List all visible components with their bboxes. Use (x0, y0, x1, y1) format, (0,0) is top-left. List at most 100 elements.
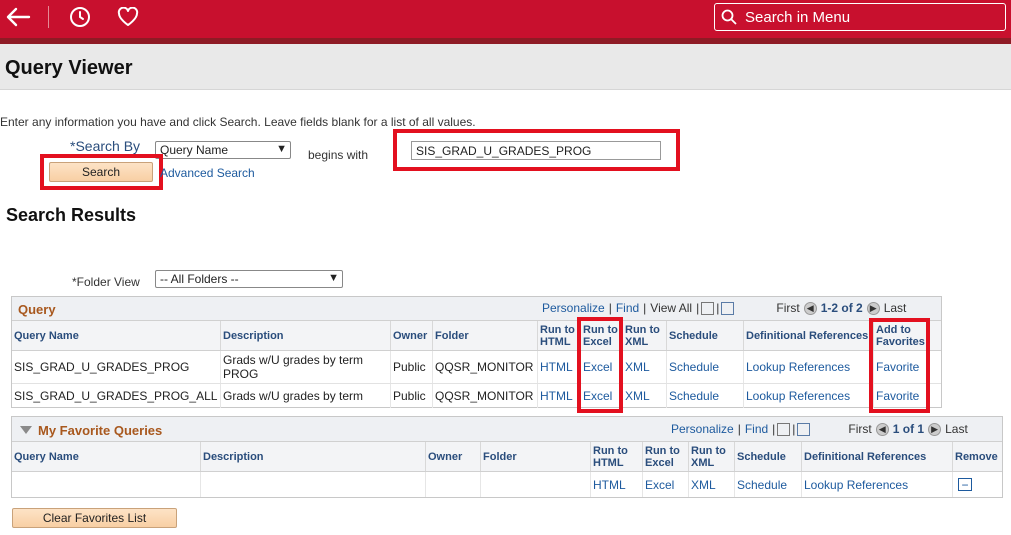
table-row: SIS_GRAD_U_GRADES_PROG Grads w/U grades … (12, 351, 941, 384)
row-owner (425, 472, 480, 497)
run-xml-link[interactable]: XML (688, 472, 734, 497)
row-description (200, 472, 425, 497)
row-owner: Public (390, 384, 432, 408)
first-page-label: First (848, 422, 872, 436)
view-all-link[interactable]: View All (650, 301, 692, 315)
run-excel-link[interactable]: Excel (642, 472, 688, 497)
run-html-link[interactable]: HTML (590, 472, 642, 497)
advanced-search-link[interactable]: Advanced Search (160, 166, 255, 180)
row-owner: Public (390, 351, 432, 383)
col-definitional-references: Definitional References (801, 442, 952, 471)
search-icon (721, 9, 737, 25)
first-page-label: First (776, 301, 800, 315)
remove-cell: − (952, 472, 1002, 497)
col-schedule: Schedule (666, 321, 743, 350)
next-page-icon[interactable]: ▶ (928, 422, 942, 436)
favorites-grid-nav: Personalize | Find | | First ◀ 1 of 1 ▶ La… (671, 422, 968, 436)
highlight-add-to-favorites (869, 318, 930, 413)
search-results-title: Search Results (6, 205, 137, 225)
download-spreadsheet-icon[interactable] (797, 422, 811, 436)
query-results-grid: Query Personalize | Find | View All | | Fir… (11, 296, 942, 408)
search-by-label: *Search By (70, 138, 141, 154)
col-query-name[interactable]: Query Name (12, 321, 220, 350)
row-description: Grads w/U grades by term PROG (220, 351, 390, 383)
col-description: Description (200, 442, 425, 471)
col-description[interactable]: Description (220, 321, 390, 350)
favorites-heart-icon[interactable] (114, 5, 142, 29)
find-link[interactable]: Find (745, 422, 768, 436)
col-schedule: Schedule (734, 442, 801, 471)
row-folder: QQSR_MONITOR (432, 384, 537, 408)
remove-minus-icon[interactable]: − (958, 478, 972, 491)
find-link[interactable]: Find (616, 301, 639, 315)
query-grid-column-headers: Query Name Description Owner Folder Run … (12, 321, 941, 351)
col-query-name: Query Name (14, 450, 79, 463)
lookup-references-link[interactable]: Lookup References (743, 384, 873, 408)
chevron-down-icon: ▼ (328, 272, 339, 284)
col-run-html: Run to HTML (537, 321, 580, 350)
row-description: Grads w/U grades by term (220, 384, 390, 408)
collapse-triangle-icon[interactable] (20, 426, 32, 434)
chevron-down-icon: ▼ (276, 143, 287, 155)
col-folder: Folder (480, 442, 590, 471)
col-run-excel: Run to Excel (642, 442, 688, 471)
previous-page-icon[interactable]: ◀ (875, 422, 889, 436)
download-spreadsheet-icon[interactable] (721, 301, 735, 315)
col-run-xml: Run to XML (688, 442, 734, 471)
favorites-grid-header: My Favorite Queries Personalize | Find | |… (12, 417, 1002, 442)
favorites-grid: My Favorite Queries Personalize | Find | |… (11, 416, 1003, 498)
row-query-name: SIS_GRAD_U_GRADES_PROG (14, 360, 190, 374)
recent-history-clock-icon[interactable] (66, 5, 94, 29)
query-grid-header: Query Personalize | Find | View All | | Fir… (12, 297, 941, 321)
query-grid-nav: Personalize | Find | View All | | First ◀ 1… (542, 301, 907, 315)
page-title: Query Viewer (5, 57, 133, 79)
favorites-grid-title[interactable]: My Favorite Queries (38, 423, 162, 438)
row-folder: QQSR_MONITOR (432, 351, 537, 383)
schedule-link[interactable]: Schedule (734, 472, 801, 497)
col-folder[interactable]: Folder (432, 321, 537, 350)
zoom-grid-icon[interactable] (777, 422, 791, 436)
col-owner: Owner (425, 442, 480, 471)
col-run-html: Run to HTML (590, 442, 642, 471)
back-arrow-icon[interactable] (4, 5, 32, 29)
lookup-references-link[interactable]: Lookup References (801, 472, 952, 497)
personalize-link[interactable]: Personalize (542, 301, 605, 315)
run-html-link[interactable]: HTML (537, 351, 580, 383)
lookup-references-link[interactable]: Lookup References (743, 351, 873, 383)
col-owner[interactable]: Owner (390, 321, 432, 350)
schedule-link[interactable]: Schedule (666, 384, 743, 408)
search-operator-label: begins with (308, 148, 369, 162)
run-html-link[interactable]: HTML (537, 384, 580, 408)
previous-page-icon[interactable]: ◀ (803, 301, 817, 315)
table-row: HTML Excel XML Schedule Lookup Reference… (12, 472, 1002, 497)
search-by-selected: Query Name (160, 143, 229, 157)
zoom-grid-icon[interactable] (701, 301, 715, 315)
page-range: 1 of 1 (892, 422, 925, 436)
page-range: 1-2 of 2 (820, 301, 863, 315)
row-query-name: SIS_GRAD_U_GRADES_PROG_ALL (14, 389, 218, 403)
favorites-column-headers: Query Name Description Owner Folder Run … (12, 442, 1002, 472)
personalize-link[interactable]: Personalize (671, 422, 734, 436)
clear-favorites-button[interactable]: Clear Favorites List (12, 508, 177, 528)
search-by-select[interactable]: Query Name ▼ (155, 141, 291, 159)
query-grid-title: Query (18, 302, 56, 317)
run-xml-link[interactable]: XML (622, 351, 666, 383)
table-row: SIS_GRAD_U_GRADES_PROG_ALL Grads w/U gra… (12, 384, 941, 408)
last-page-label: Last (883, 301, 907, 315)
folder-view-selected: -- All Folders -- (160, 272, 239, 286)
search-instructions: Enter any information you have and click… (0, 115, 476, 129)
schedule-link[interactable]: Schedule (666, 351, 743, 383)
page-title-band (0, 44, 1011, 90)
highlight-search-value (393, 129, 680, 171)
row-folder (480, 472, 590, 497)
col-remove: Remove (952, 442, 1002, 471)
top-nav-separator (48, 6, 49, 28)
menu-search-input[interactable] (743, 7, 983, 27)
menu-search-box[interactable] (714, 3, 1006, 31)
col-definitional-references: Definitional References (743, 321, 873, 350)
run-xml-link[interactable]: XML (622, 384, 666, 408)
col-run-xml: Run to XML (622, 321, 666, 350)
next-page-icon[interactable]: ▶ (866, 301, 880, 315)
folder-view-select[interactable]: -- All Folders -- ▼ (155, 270, 343, 288)
row-query-name (12, 472, 200, 497)
